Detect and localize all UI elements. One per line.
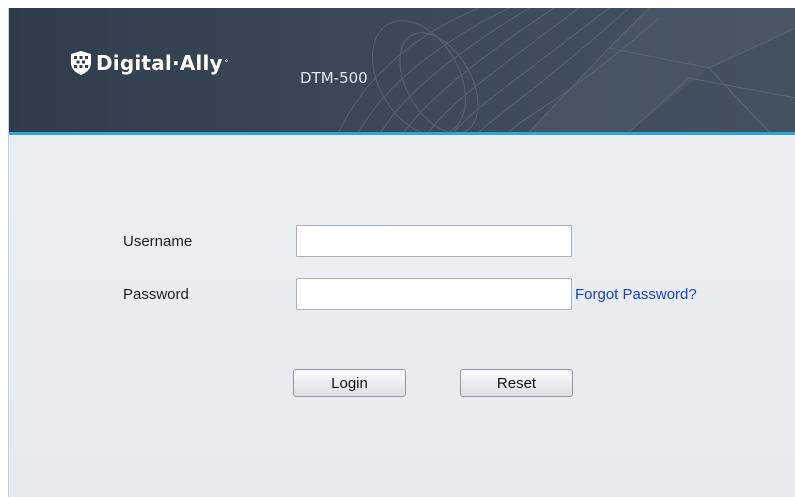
login-page: Digital·Ally ° DTM-500 Username Password … [0, 0, 795, 497]
header-banner: Digital·Ally ° DTM-500 [9, 8, 795, 132]
username-label: Username [123, 233, 193, 250]
password-label: Password [123, 286, 189, 303]
login-button[interactable]: Login [293, 369, 406, 397]
product-name: DTM-500 [300, 69, 368, 87]
brand-logo: Digital·Ally ° [69, 50, 228, 76]
trademark-mark: ° [224, 59, 229, 67]
header-accent-line [9, 132, 795, 135]
reset-button[interactable]: Reset [460, 369, 573, 397]
login-panel: Digital·Ally ° DTM-500 Username Password … [8, 8, 795, 497]
forgot-password-link[interactable]: Forgot Password? [575, 286, 697, 303]
password-input[interactable] [296, 278, 572, 310]
shield-logo-icon [71, 51, 91, 75]
username-input[interactable] [296, 225, 572, 257]
brand-name: Digital·Ally [96, 51, 223, 75]
